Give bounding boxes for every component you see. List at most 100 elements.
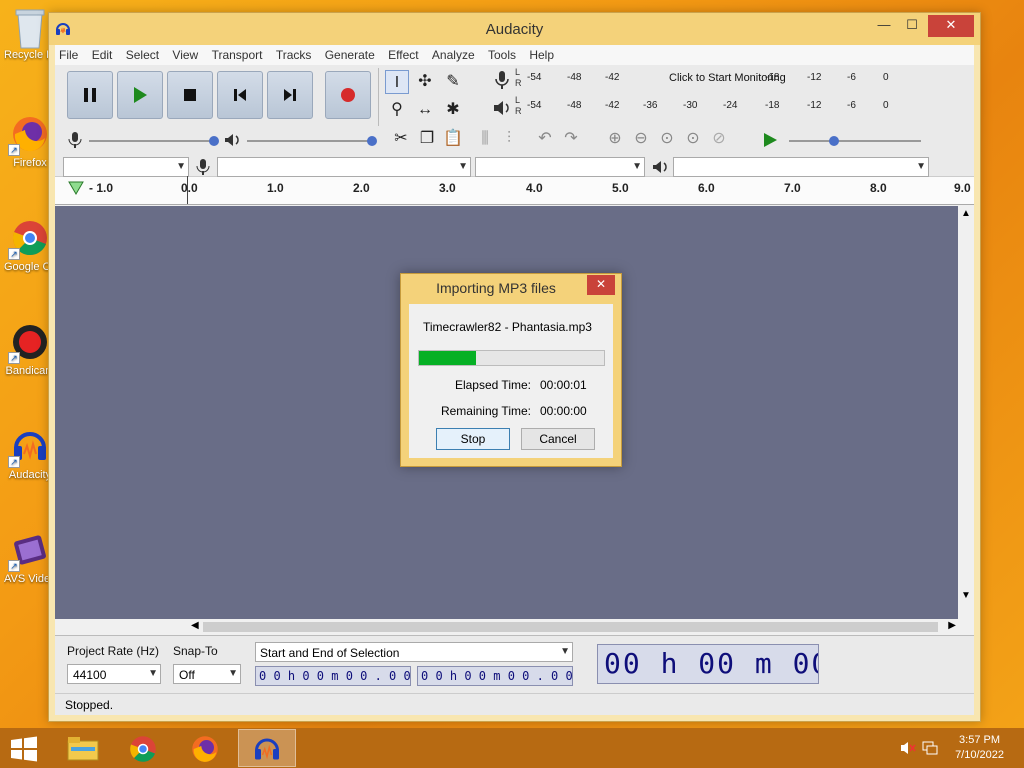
scroll-left-icon[interactable]: ◀ [191, 620, 199, 631]
selection-start-time[interactable]: 0 0 h 0 0 m 0 0 . 0 0 0 s [255, 666, 411, 686]
record-scale-tick: 0 [883, 72, 889, 83]
close-button[interactable]: ✕ [928, 15, 974, 37]
redo-icon[interactable]: ↷ [559, 127, 583, 151]
project-rate-select[interactable]: 44100 ▼ [67, 664, 161, 684]
vertical-scrollbar[interactable]: ▲ ▼ [958, 206, 974, 603]
menu-effect[interactable]: Effect [384, 45, 424, 62]
record-scale-tick: -12 [807, 72, 822, 83]
transport-toolbar [59, 68, 379, 126]
silence-audio-icon[interactable]: ⫶ [497, 127, 521, 151]
title-bar[interactable]: Audacity — ☐ ✕ [49, 13, 980, 45]
zoom-out-icon[interactable]: ⊖ [629, 127, 653, 151]
time-shift-tool-icon[interactable]: ↔ [413, 98, 437, 122]
recording-volume-icon [68, 132, 82, 148]
stop-button[interactable] [167, 71, 213, 119]
playback-volume-thumb[interactable] [367, 136, 377, 146]
snap-to-label: Snap-To [173, 644, 218, 658]
playback-meter[interactable]: LR -54 -48 -42 -36 -30 -24 -18 -12 -6 0 [491, 95, 921, 121]
ruler-tick: - 1.0 [89, 181, 114, 195]
minimize-button[interactable]: — [870, 15, 898, 37]
recording-channels-select[interactable]: ▼ [475, 157, 645, 177]
chrome-icon [130, 736, 156, 762]
snap-to-select[interactable]: Off ▼ [173, 664, 241, 684]
scroll-up-icon[interactable]: ▲ [961, 208, 971, 219]
cut-icon[interactable]: ✂ [389, 127, 413, 151]
scroll-down-icon[interactable]: ▼ [961, 590, 971, 601]
dialog-close-button[interactable]: ✕ [587, 275, 615, 295]
stop-import-button[interactable]: Stop [436, 428, 510, 450]
play-icon [134, 87, 147, 103]
taskbar-chrome[interactable] [114, 729, 172, 767]
menu-view[interactable]: View [168, 45, 204, 62]
pause-button[interactable] [67, 71, 113, 119]
audio-host-select[interactable]: ▼ [63, 157, 189, 177]
ruler-tick: 2.0 [353, 181, 370, 195]
menu-select[interactable]: Select [122, 45, 165, 62]
system-clock[interactable]: 3:57 PM 7/10/2022 [955, 733, 1004, 763]
microphone-icon [495, 71, 509, 89]
playback-scale-tick: -6 [847, 100, 856, 111]
menu-generate[interactable]: Generate [321, 45, 381, 62]
playback-scale-tick: -36 [643, 100, 658, 111]
playback-meter-scale: -54 -48 -42 -36 -30 -24 -18 -12 -6 0 [527, 100, 927, 116]
maximize-button[interactable]: ☐ [898, 15, 926, 37]
taskbar-file-explorer[interactable] [54, 729, 112, 767]
status-text: Stopped. [65, 698, 114, 712]
scroll-right-icon[interactable]: ▶ [948, 620, 956, 631]
recording-volume-slider[interactable] [89, 140, 213, 142]
zoom-in-icon[interactable]: ⊕ [603, 127, 627, 151]
record-button[interactable] [325, 71, 371, 119]
zoom-tool-icon[interactable]: ⚲ [385, 98, 409, 122]
timeline-ruler[interactable]: - 1.0 0.0 1.0 2.0 3.0 4.0 5.0 6.0 7.0 8.… [55, 176, 974, 205]
taskbar-firefox[interactable] [176, 729, 234, 767]
volume-muted-icon[interactable] [900, 740, 916, 756]
playback-volume-slider[interactable] [247, 140, 369, 142]
skip-to-start-button[interactable] [217, 71, 263, 119]
stop-icon [184, 89, 196, 101]
taskbar-audacity[interactable] [238, 729, 296, 767]
envelope-tool-icon[interactable]: ✣ [413, 70, 437, 94]
menu-tools[interactable]: Tools [484, 45, 522, 62]
menu-tracks[interactable]: Tracks [272, 45, 318, 62]
undo-icon[interactable]: ↶ [533, 127, 557, 151]
recording-volume-thumb[interactable] [209, 136, 219, 146]
play-at-speed-icon[interactable] [761, 131, 779, 149]
cancel-import-button[interactable]: Cancel [521, 428, 595, 450]
menu-file[interactable]: File [55, 45, 84, 62]
menu-help[interactable]: Help [525, 45, 560, 62]
playback-scale-tick: -12 [807, 100, 822, 111]
chevron-down-icon: ▼ [560, 646, 570, 657]
audio-position-display[interactable]: 00 h 00 m 00 s [597, 644, 819, 684]
tools-toolbar: I ✣ ✎ ⚲ ↔ ✱ [385, 68, 485, 126]
horizontal-scrollbar[interactable]: ◀ ▶ [189, 619, 958, 635]
record-meter[interactable]: LR -54 -48 -42 Click to Start Monitoring… [491, 67, 921, 93]
selection-tool-icon[interactable]: I [385, 70, 409, 94]
zoom-toggle-icon[interactable]: ⊘ [707, 127, 731, 151]
mixer-toolbar [59, 127, 379, 153]
playback-volume-icon [225, 134, 239, 146]
draw-tool-icon[interactable]: ✎ [441, 70, 465, 94]
windows-start-icon[interactable] [10, 736, 38, 762]
play-button[interactable] [117, 71, 163, 119]
playback-speed-slider[interactable] [789, 140, 921, 142]
network-icon[interactable] [922, 740, 938, 756]
skip-to-end-button[interactable] [267, 71, 313, 119]
playback-speed-thumb[interactable] [829, 136, 839, 146]
trim-audio-icon[interactable]: ⫼ [473, 127, 497, 151]
menu-transport[interactable]: Transport [208, 45, 269, 62]
horizontal-scroll-thumb[interactable] [203, 622, 938, 632]
menu-edit[interactable]: Edit [88, 45, 119, 62]
playback-device-select[interactable]: ▼ [673, 157, 929, 177]
copy-icon[interactable]: ❐ [415, 127, 439, 151]
selection-end-time[interactable]: 0 0 h 0 0 m 0 0 . 0 0 0 s [417, 666, 573, 686]
menu-analyze[interactable]: Analyze [428, 45, 481, 62]
recording-device-select[interactable]: ▼ [217, 157, 471, 177]
multi-tool-icon[interactable]: ✱ [441, 98, 465, 122]
paste-icon[interactable]: 📋 [441, 127, 465, 151]
fit-project-icon[interactable]: ⊙ [681, 127, 705, 151]
project-rate-label: Project Rate (Hz) [67, 644, 160, 658]
fit-selection-icon[interactable]: ⊙ [655, 127, 679, 151]
pinned-play-head-icon[interactable] [67, 180, 85, 196]
selection-mode-select[interactable]: Start and End of Selection ▼ [255, 642, 573, 662]
firefox-icon [192, 736, 218, 762]
